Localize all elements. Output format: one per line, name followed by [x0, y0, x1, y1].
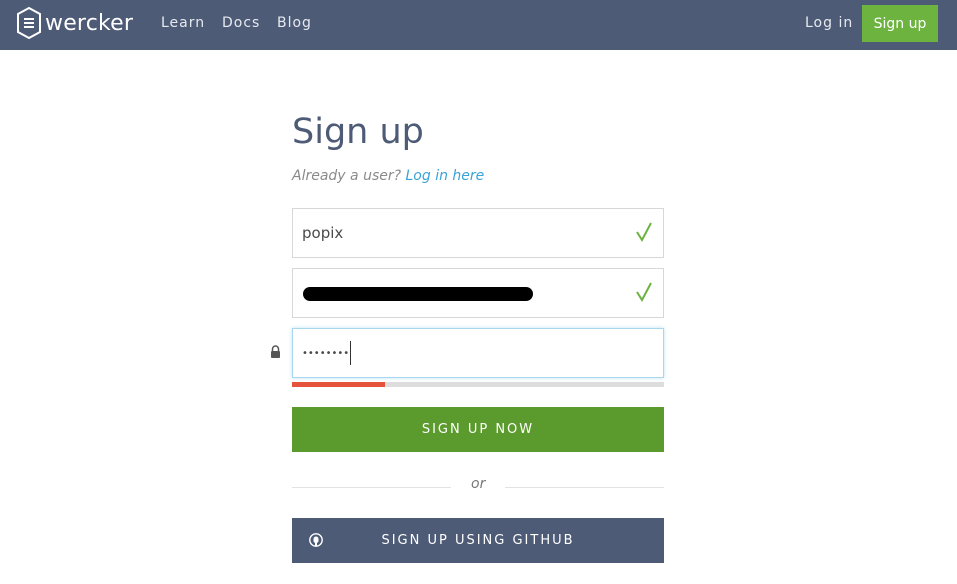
- github-button-label: SIGN UP USING GITHUB: [381, 533, 575, 548]
- email-field-container: [292, 268, 664, 318]
- divider-line-left: [292, 487, 451, 488]
- check-icon: [636, 282, 652, 303]
- logo-text: wercker: [45, 10, 134, 36]
- or-separator: or: [471, 476, 486, 492]
- wercker-logo-icon: [17, 7, 41, 39]
- top-navigation-bar: wercker Learn Docs Blog Log in Sign up: [0, 0, 957, 50]
- check-icon: [636, 222, 652, 243]
- lock-icon: [271, 345, 280, 358]
- nav-docs-link[interactable]: Docs: [222, 15, 260, 31]
- page-title: Sign up: [292, 112, 424, 152]
- text-caret: [350, 341, 351, 365]
- login-here-link[interactable]: Log in here: [406, 168, 485, 184]
- password-input[interactable]: [293, 329, 663, 377]
- username-input[interactable]: [293, 209, 663, 257]
- nav-blog-link[interactable]: Blog: [277, 15, 312, 31]
- password-field-container: [292, 328, 664, 378]
- github-icon: [309, 533, 323, 547]
- already-user-text: Already a user?: [292, 168, 402, 184]
- sign-up-github-button[interactable]: SIGN UP USING GITHUB: [292, 518, 664, 563]
- password-strength-meter: [292, 382, 664, 387]
- wercker-logo[interactable]: wercker: [17, 7, 133, 39]
- redaction-bar: [303, 287, 533, 301]
- already-user-line: Already a user? Log in here: [292, 168, 484, 184]
- divider-line-right: [505, 487, 664, 488]
- username-field-container: [292, 208, 664, 258]
- login-link[interactable]: Log in: [805, 15, 853, 31]
- signup-button[interactable]: Sign up: [862, 5, 938, 42]
- password-strength-fill: [292, 382, 385, 387]
- nav-learn-link[interactable]: Learn: [161, 15, 205, 31]
- sign-up-now-button[interactable]: SIGN UP NOW: [292, 407, 664, 452]
